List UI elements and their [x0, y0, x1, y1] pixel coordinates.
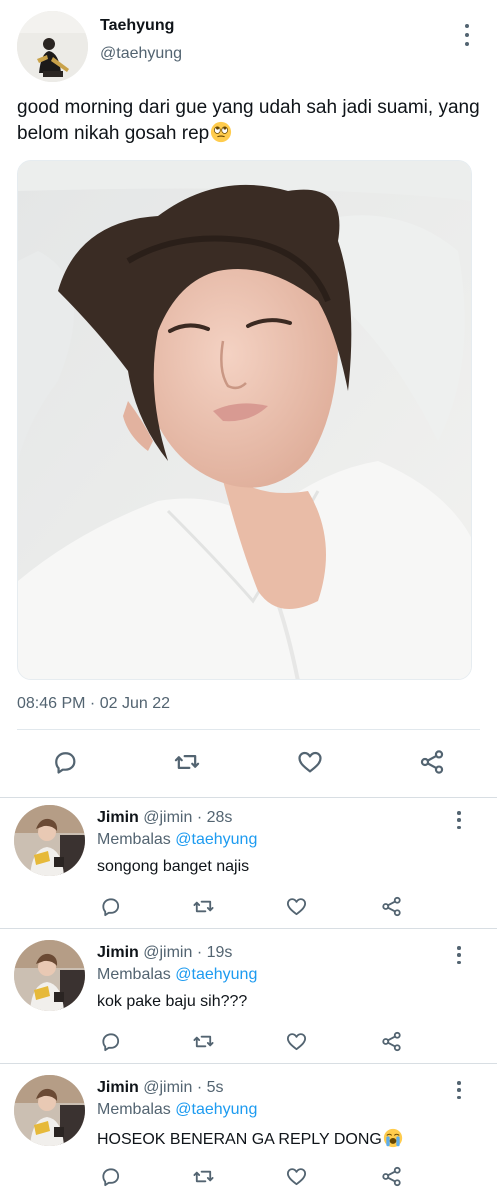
reply-tweet: Jimin @jimin · 5s Membalas @taehyung HOS…: [0, 1067, 497, 1200]
tweet-photo[interactable]: [17, 160, 472, 680]
reply-actions: [0, 891, 497, 919]
reply-author-name[interactable]: Jimin: [97, 1079, 139, 1096]
reply-avatar[interactable]: [14, 940, 85, 1011]
reply-icon[interactable]: [95, 1026, 125, 1056]
reply-author-handle[interactable]: @jimin: [143, 1079, 192, 1096]
avatar-photo-icon: [14, 805, 85, 876]
reply-time: · 28s: [196, 809, 233, 826]
replying-to: Membalas @taehyung: [97, 831, 257, 849]
tweet-timestamp[interactable]: 08:46 PM · 02 Jun 22: [17, 695, 170, 713]
tweet-text-content: good morning dari gue yang udah sah jadi…: [17, 97, 480, 144]
reply-author-handle[interactable]: @jimin: [143, 944, 192, 961]
mention-link[interactable]: @taehyung: [175, 966, 257, 983]
reply-avatar[interactable]: [14, 1075, 85, 1146]
main-tweet: Taehyung @taehyung good morning dari gue…: [0, 0, 497, 797]
loudly-crying-face-icon: [383, 1128, 402, 1148]
avatar-photo-icon: [14, 940, 85, 1011]
tweet-text: good morning dari gue yang udah sah jadi…: [17, 95, 482, 147]
avatar-photo-icon: [14, 1075, 85, 1146]
author-handle[interactable]: @taehyung: [100, 45, 182, 63]
reply-avatar[interactable]: [14, 805, 85, 876]
replying-to: Membalas @taehyung: [97, 1101, 257, 1119]
reply-icon[interactable]: [95, 1161, 125, 1191]
divider: [17, 729, 480, 730]
reply-actions: [0, 1161, 497, 1189]
more-options-icon[interactable]: [452, 1081, 466, 1099]
retweet-icon[interactable]: [188, 891, 218, 921]
author-avatar[interactable]: [17, 11, 88, 82]
reply-header: Jimin @jimin · 28s: [97, 809, 232, 827]
reply-actions: [0, 1026, 497, 1054]
reply-author-name[interactable]: Jimin: [97, 809, 139, 826]
reply-tweet: Jimin @jimin · 28s Membalas @taehyung so…: [0, 797, 497, 933]
share-icon[interactable]: [417, 747, 447, 777]
photo-icon: [18, 161, 471, 679]
reply-icon[interactable]: [50, 747, 80, 777]
reply-author-handle[interactable]: @jimin: [143, 809, 192, 826]
reply-time: · 19s: [196, 944, 233, 961]
reply-author-name[interactable]: Jimin: [97, 944, 139, 961]
reply-header: Jimin @jimin · 5s: [97, 1079, 224, 1097]
share-icon[interactable]: [376, 891, 406, 921]
reply-text: kok pake baju sih???: [97, 993, 248, 1010]
more-options-icon[interactable]: [460, 24, 474, 46]
reply-text: HOSEOK BENERAN GA REPLY DONG: [97, 1128, 403, 1149]
share-icon[interactable]: [376, 1026, 406, 1056]
replying-to: Membalas @taehyung: [97, 966, 257, 984]
replying-prefix: Membalas: [97, 1101, 171, 1118]
avatar-photo-icon: [17, 11, 88, 82]
more-options-icon[interactable]: [452, 946, 466, 964]
share-icon[interactable]: [376, 1161, 406, 1191]
reply-time: · 5s: [196, 1079, 224, 1096]
mention-link[interactable]: @taehyung: [175, 1101, 257, 1118]
like-icon[interactable]: [281, 891, 311, 921]
retweet-icon[interactable]: [172, 747, 202, 777]
reply-tweet: Jimin @jimin · 19s Membalas @taehyung ko…: [0, 932, 497, 1068]
reply-icon[interactable]: [95, 891, 125, 921]
face-with-rolling-eyes-icon: [211, 121, 232, 143]
reply-text: songong banget najis: [97, 858, 250, 875]
like-icon[interactable]: [281, 1026, 311, 1056]
replying-prefix: Membalas: [97, 831, 171, 848]
reply-text-content: HOSEOK BENERAN GA REPLY DONG: [97, 1131, 382, 1148]
reply-header: Jimin @jimin · 19s: [97, 944, 232, 962]
like-icon[interactable]: [281, 1161, 311, 1191]
mention-link[interactable]: @taehyung: [175, 831, 257, 848]
retweet-icon[interactable]: [188, 1161, 218, 1191]
tweet-actions: [0, 742, 497, 782]
retweet-icon[interactable]: [188, 1026, 218, 1056]
like-icon[interactable]: [295, 747, 325, 777]
more-options-icon[interactable]: [452, 811, 466, 829]
separator: [0, 928, 497, 929]
replying-prefix: Membalas: [97, 966, 171, 983]
author-name[interactable]: Taehyung: [100, 17, 174, 35]
separator: [0, 1063, 497, 1064]
